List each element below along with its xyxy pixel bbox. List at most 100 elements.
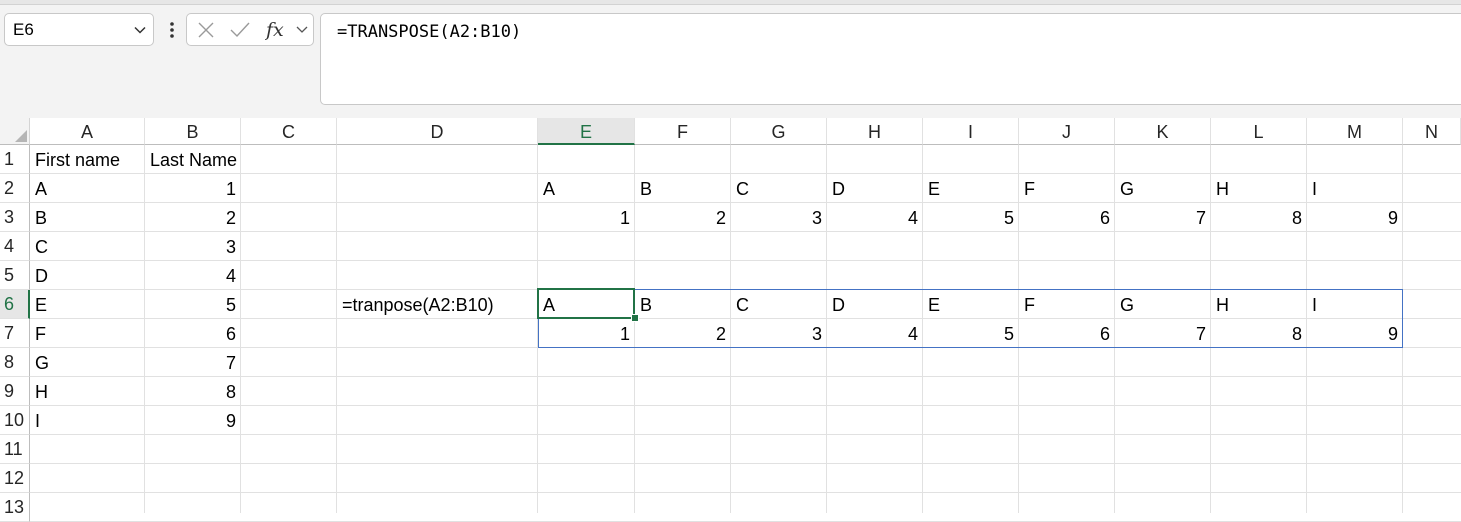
row-header-8[interactable]: 8 <box>0 348 30 377</box>
column-header-i[interactable]: I <box>923 118 1019 145</box>
cell-f6[interactable]: B <box>635 290 731 319</box>
cell-b9[interactable]: 8 <box>145 377 241 406</box>
cell-l2[interactable]: H <box>1211 174 1307 203</box>
cell-m2[interactable]: I <box>1307 174 1403 203</box>
cell-h2[interactable]: D <box>827 174 923 203</box>
formula-controls: fx <box>186 13 314 46</box>
row-header-11[interactable]: 11 <box>0 435 30 464</box>
cell-a3[interactable]: B <box>30 203 145 232</box>
cell-a4[interactable]: C <box>30 232 145 261</box>
cell-j7[interactable]: 6 <box>1019 319 1115 348</box>
row-header-2[interactable]: 2 <box>0 174 30 203</box>
row-header-10[interactable]: 10 <box>0 406 30 435</box>
row-header-4[interactable]: 4 <box>0 232 30 261</box>
formula-input[interactable]: =TRANSPOSE(A2:B10) <box>320 13 1461 105</box>
cell-a6[interactable]: E <box>30 290 145 319</box>
column-header-a[interactable]: A <box>30 118 145 145</box>
row-header-3[interactable]: 3 <box>0 203 30 232</box>
column-header-g[interactable]: G <box>731 118 827 145</box>
cell-h6[interactable]: D <box>827 290 923 319</box>
cell-i2[interactable]: E <box>923 174 1019 203</box>
cell-a9[interactable]: H <box>30 377 145 406</box>
cell-l3[interactable]: 8 <box>1211 203 1307 232</box>
cell-k7[interactable]: 7 <box>1115 319 1211 348</box>
cell-b8[interactable]: 7 <box>145 348 241 377</box>
cell-h3[interactable]: 4 <box>827 203 923 232</box>
cell-a10[interactable]: I <box>30 406 145 435</box>
cell-b4[interactable]: 3 <box>145 232 241 261</box>
row-header-6[interactable]: 6 <box>0 290 30 319</box>
cell-d6[interactable]: =tranpose(A2:B10) <box>337 290 538 319</box>
cell-b2[interactable]: 1 <box>145 174 241 203</box>
row-header-7[interactable]: 7 <box>0 319 30 348</box>
column-header-l[interactable]: L <box>1211 118 1307 145</box>
cell-b6[interactable]: 5 <box>145 290 241 319</box>
row-header-13[interactable]: 13 <box>0 493 30 522</box>
row-header-12[interactable]: 12 <box>0 464 30 493</box>
column-header-c[interactable]: C <box>241 118 337 145</box>
cell-f7[interactable]: 2 <box>635 319 731 348</box>
cell-b1[interactable]: Last Name <box>145 145 241 174</box>
cell-l6[interactable]: H <box>1211 290 1307 319</box>
column-header-d[interactable]: D <box>337 118 538 145</box>
cell-k3[interactable]: 7 <box>1115 203 1211 232</box>
cell-a7[interactable]: F <box>30 319 145 348</box>
cell-i3[interactable]: 5 <box>923 203 1019 232</box>
name-box-value: E6 <box>13 20 34 39</box>
fx-icon[interactable]: fx <box>265 19 291 41</box>
cell-k2[interactable]: G <box>1115 174 1211 203</box>
worksheet-grid[interactable]: A B C D E F G H I J K L M N 1 2 3 4 5 6 7 8 9 10 11 12 13 First nam… <box>0 118 1461 522</box>
cell-a8[interactable]: G <box>30 348 145 377</box>
column-header-k[interactable]: K <box>1115 118 1211 145</box>
chevron-down-icon[interactable] <box>295 24 309 36</box>
select-all-corner[interactable] <box>0 118 30 145</box>
row-header-9[interactable]: 9 <box>0 377 30 406</box>
cell-h7[interactable]: 4 <box>827 319 923 348</box>
column-header-f[interactable]: F <box>635 118 731 145</box>
chevron-down-icon[interactable] <box>133 23 147 37</box>
cell-g7[interactable]: 3 <box>731 319 827 348</box>
name-box[interactable]: E6 <box>4 13 154 46</box>
cell-b5[interactable]: 4 <box>145 261 241 290</box>
cell-e7[interactable]: 1 <box>538 319 635 348</box>
gridline-horizontal <box>30 405 1461 406</box>
cell-i6[interactable]: E <box>923 290 1019 319</box>
cell-g3[interactable]: 3 <box>731 203 827 232</box>
cell-f3[interactable]: 2 <box>635 203 731 232</box>
cell-k6[interactable]: G <box>1115 290 1211 319</box>
cell-l7[interactable]: 8 <box>1211 319 1307 348</box>
cell-i7[interactable]: 5 <box>923 319 1019 348</box>
cell-j6[interactable]: F <box>1019 290 1115 319</box>
cell-m6[interactable]: I <box>1307 290 1403 319</box>
row-header-1[interactable]: 1 <box>0 145 30 174</box>
cell-b10[interactable]: 9 <box>145 406 241 435</box>
cell-e2[interactable]: A <box>538 174 635 203</box>
cell-a5[interactable]: D <box>30 261 145 290</box>
cell-j2[interactable]: F <box>1019 174 1115 203</box>
column-header-h[interactable]: H <box>827 118 923 145</box>
cell-a1[interactable]: First name <box>30 145 145 174</box>
cell-b3[interactable]: 2 <box>145 203 241 232</box>
cell-j3[interactable]: 6 <box>1019 203 1115 232</box>
more-vertical-icon[interactable] <box>163 18 181 42</box>
cell-a2[interactable]: A <box>30 174 145 203</box>
cell-m7[interactable]: 9 <box>1307 319 1403 348</box>
row-header-5[interactable]: 5 <box>0 261 30 290</box>
cell-e3[interactable]: 1 <box>538 203 635 232</box>
cell-e6[interactable]: A <box>538 290 635 319</box>
cell-m3[interactable]: 9 <box>1307 203 1403 232</box>
cell-g6[interactable]: C <box>731 290 827 319</box>
fill-handle[interactable] <box>631 314 639 322</box>
gridline-horizontal <box>30 434 1461 435</box>
column-header-j[interactable]: J <box>1019 118 1115 145</box>
column-header-n[interactable]: N <box>1403 118 1461 145</box>
cell-g2[interactable]: C <box>731 174 827 203</box>
column-header-b[interactable]: B <box>145 118 241 145</box>
cell-f2[interactable]: B <box>635 174 731 203</box>
close-icon[interactable] <box>197 21 215 39</box>
check-icon[interactable] <box>229 21 251 39</box>
column-header-m[interactable]: M <box>1307 118 1403 145</box>
cell-b7[interactable]: 6 <box>145 319 241 348</box>
column-header-e[interactable]: E <box>538 118 635 145</box>
svg-text:fx: fx <box>265 19 284 41</box>
